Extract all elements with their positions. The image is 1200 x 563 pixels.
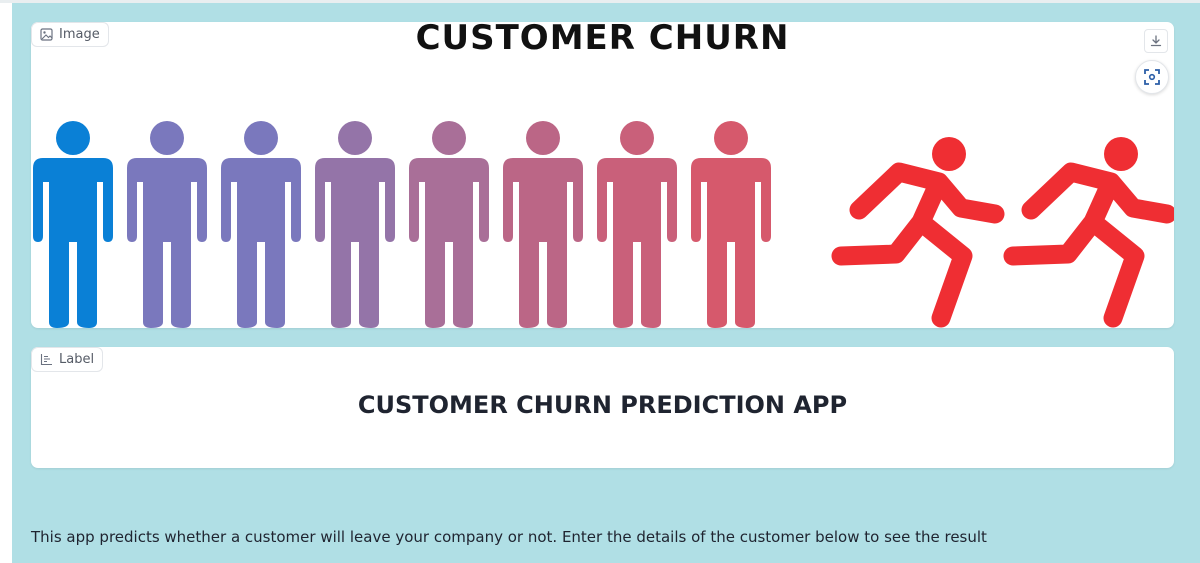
label-card: Label CUSTOMER CHURN PREDICTION APP [31,347,1174,468]
person-figure [409,121,489,328]
image-chip: Image [31,22,109,47]
churn-banner-image [33,121,1174,328]
fullscreen-button[interactable] [1135,60,1169,94]
focus-frame-icon [1144,69,1160,85]
person-figure [503,121,583,328]
download-button[interactable] [1144,29,1168,53]
image-icon [40,28,53,41]
download-icon [1150,35,1162,47]
person-figure [691,121,771,328]
image-card: CUSTOMER CHURN Image [31,22,1174,328]
banner-title: CUSTOMER CHURN [415,22,790,58]
prediction-label-text: CUSTOMER CHURN PREDICTION APP [357,391,848,419]
person-figure [597,121,677,328]
label-chip-label: Label [59,352,95,367]
image-chip-label: Image [59,27,100,42]
person-figure [315,121,395,328]
running-figure [831,137,1005,328]
person-figure [221,121,301,328]
app-description: This app predicts whether a customer wil… [31,528,987,546]
running-figure [1003,137,1174,328]
label-chip: Label [31,347,104,372]
person-figure [33,121,113,328]
bar-chart-icon [40,354,52,366]
person-figure [127,121,207,328]
